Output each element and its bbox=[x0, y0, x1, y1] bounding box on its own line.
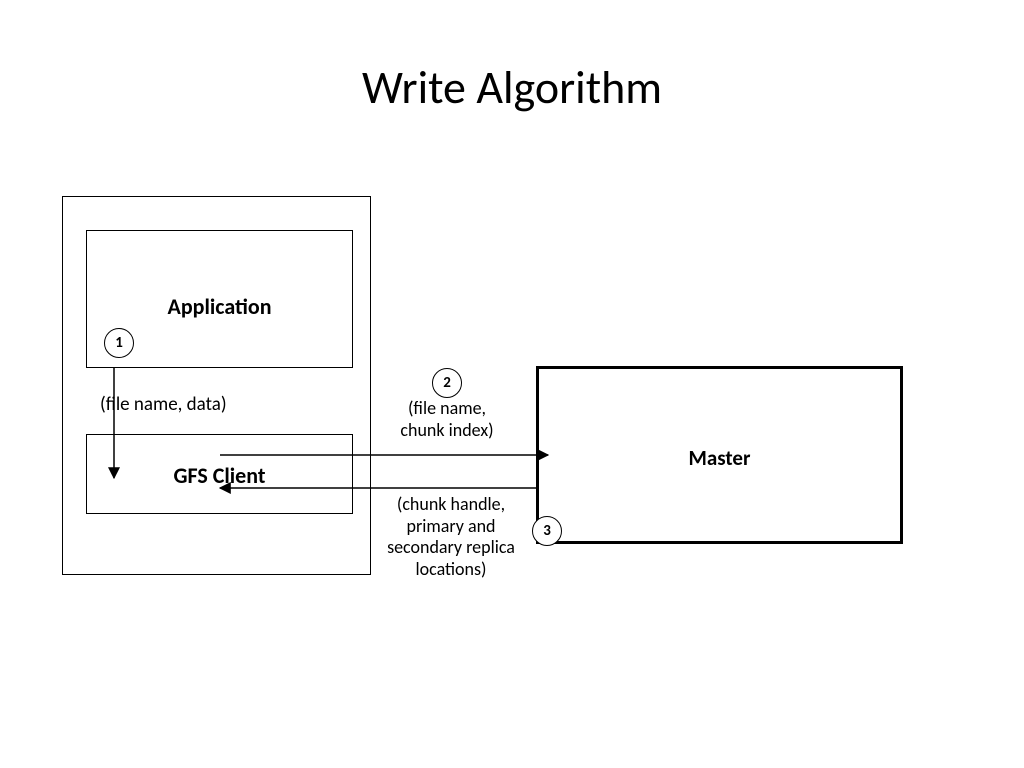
step-3-circle: 3 bbox=[532, 516, 562, 546]
edge-1-label: (file name, data) bbox=[100, 394, 300, 417]
edge-2-label: (file name, chunk index) bbox=[382, 398, 512, 441]
slide-title: Write Algorithm bbox=[0, 60, 1024, 116]
edge-3-label: (chunk handle, primary and secondary rep… bbox=[376, 494, 526, 580]
master-label: Master bbox=[536, 446, 903, 471]
step-1-circle: 1 bbox=[104, 328, 134, 358]
step-2-circle: 2 bbox=[432, 368, 462, 398]
application-label: Application bbox=[86, 294, 353, 320]
slide: Write Algorithm Application GFS Client M… bbox=[0, 0, 1024, 768]
gfs-client-label: GFS Client bbox=[86, 463, 353, 489]
